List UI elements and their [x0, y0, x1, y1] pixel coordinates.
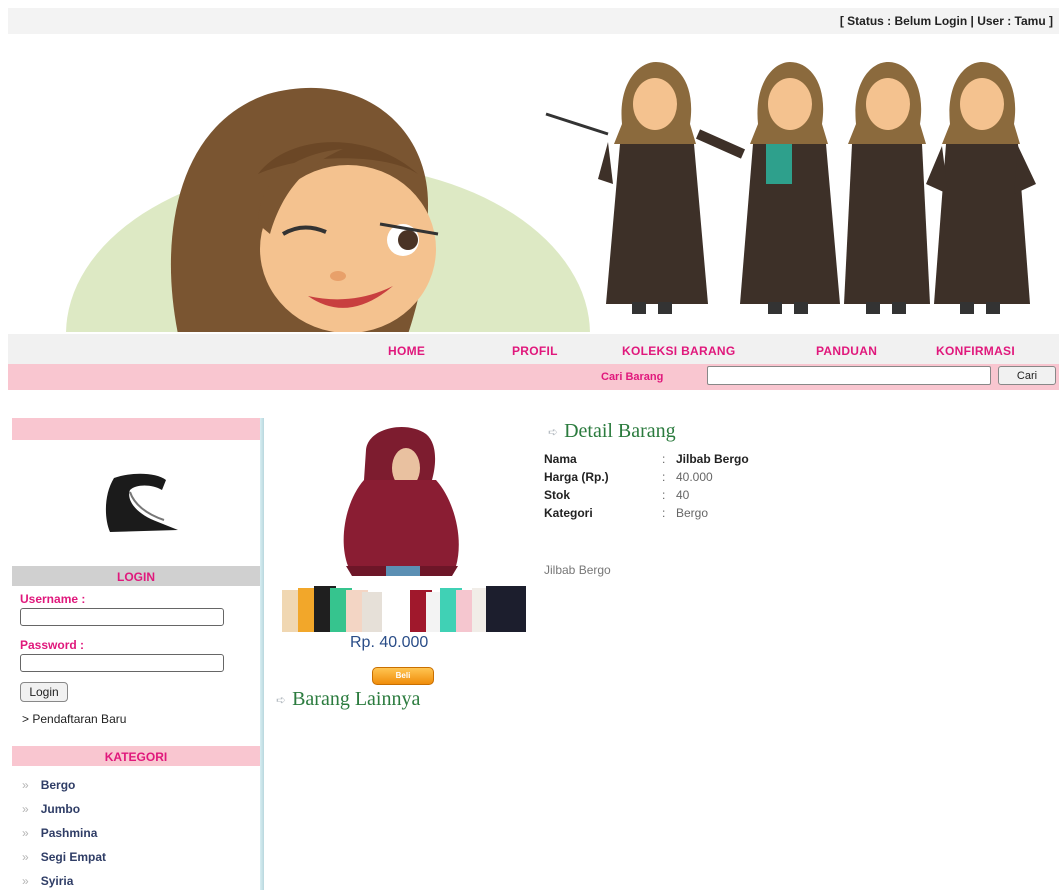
- detail-label: Kategori: [544, 506, 593, 520]
- header-banner: [8, 34, 1059, 332]
- password-field[interactable]: [20, 654, 224, 672]
- kategori-item-syiria[interactable]: » Syiria: [22, 874, 106, 890]
- kategori-item-bergo[interactable]: » Bergo: [22, 778, 106, 802]
- detail-label: Harga (Rp.): [544, 470, 609, 484]
- nav-profil[interactable]: PROFIL: [512, 344, 558, 358]
- detail-row-harga: Harga (Rp.) : 40.000: [544, 470, 749, 488]
- main-nav: HOME PROFIL KOLEKSI BARANG PANDUAN KONFI…: [8, 334, 1059, 364]
- kategori-item-segi-empat[interactable]: » Segi Empat: [22, 850, 106, 874]
- kategori-item-jumbo[interactable]: » Jumbo: [22, 802, 106, 826]
- arrow-icon: ➪: [276, 692, 287, 707]
- login-status-bar: [ Status : Belum Login | User : Tamu ]: [8, 8, 1059, 34]
- detail-label: Stok: [544, 488, 571, 502]
- kategori-list: » Bergo » Jumbo » Pashmina » Segi Empat » Syi…: [22, 778, 106, 890]
- detail-row-stok: Stok : 40: [544, 488, 749, 506]
- search-button[interactable]: Cari: [998, 366, 1056, 385]
- detail-row-nama: Nama : Jilbab Bergo: [544, 452, 749, 470]
- username-label: Username :: [20, 592, 86, 606]
- detail-barang-title: ➪ Detail Barang: [548, 420, 676, 442]
- kategori-label: Bergo: [40, 778, 76, 792]
- detail-colon: :: [662, 470, 666, 484]
- arrow-icon: ➪: [548, 424, 559, 439]
- shop-logo: [100, 470, 184, 536]
- detail-value: 40.000: [676, 470, 713, 484]
- buy-button[interactable]: Beli: [372, 667, 434, 685]
- kategori-label: Segi Empat: [40, 850, 107, 864]
- sidebar-header-strip: [12, 418, 260, 440]
- teacher-figure-2: [695, 62, 840, 314]
- login-heading: LOGIN: [12, 566, 260, 586]
- banner-illustration: [66, 62, 1036, 332]
- product-detail-table: Nama : Jilbab Bergo Harga (Rp.) : 40.000…: [544, 452, 749, 524]
- search-bar: Cari Barang Cari: [8, 364, 1059, 390]
- nav-konfirmasi[interactable]: KONFIRMASI: [936, 344, 1015, 358]
- product-price: Rp. 40.000: [350, 634, 429, 651]
- username-field[interactable]: [20, 608, 224, 626]
- detail-row-kategori: Kategori : Bergo: [544, 506, 749, 524]
- bullet-icon: »: [22, 802, 29, 816]
- detail-colon: :: [662, 452, 666, 466]
- bullet-icon: »: [22, 826, 29, 840]
- search-label: Cari Barang: [601, 371, 664, 383]
- kategori-item-pashmina[interactable]: » Pashmina: [22, 826, 106, 850]
- detail-value: 40: [676, 488, 690, 502]
- detail-value: Bergo: [676, 506, 709, 520]
- kategori-label: Syiria: [40, 874, 74, 888]
- bullet-icon: »: [22, 874, 29, 888]
- login-status-text: [ Status : Belum Login | User : Tamu ]: [839, 14, 1053, 28]
- login-button[interactable]: Login: [20, 682, 68, 702]
- kategori-label: Jumbo: [40, 802, 81, 816]
- detail-value: Jilbab Bergo: [676, 452, 749, 466]
- product-image: [276, 420, 530, 634]
- product-description: Jilbab Bergo: [544, 563, 611, 577]
- sidebar: LOGIN Username : Password : Login > Pend…: [8, 418, 260, 890]
- nav-home[interactable]: HOME: [388, 344, 425, 358]
- nav-panduan[interactable]: PANDUAN: [816, 344, 877, 358]
- bullet-icon: »: [22, 778, 29, 792]
- teacher-figure-3: [844, 62, 930, 314]
- detail-label: Nama: [544, 452, 577, 466]
- kategori-heading: KATEGORI: [12, 746, 260, 766]
- bullet-icon: »: [22, 850, 29, 864]
- barang-lainnya-title: ➪ Barang Lainnya: [276, 688, 421, 710]
- detail-colon: :: [662, 488, 666, 502]
- detail-colon: :: [662, 506, 666, 520]
- kategori-label: Pashmina: [40, 826, 98, 840]
- winking-girl-illustration: [170, 87, 439, 332]
- product-photo: [282, 427, 526, 632]
- password-label: Password :: [20, 638, 85, 652]
- search-input[interactable]: [707, 366, 991, 385]
- teacher-figure-4: [926, 62, 1036, 314]
- register-link[interactable]: > Pendaftaran Baru: [22, 712, 126, 726]
- hijab-logo-icon: [105, 473, 178, 532]
- sidebar-divider: [260, 418, 264, 890]
- nav-koleksi-barang[interactable]: KOLEKSI BARANG: [622, 344, 736, 358]
